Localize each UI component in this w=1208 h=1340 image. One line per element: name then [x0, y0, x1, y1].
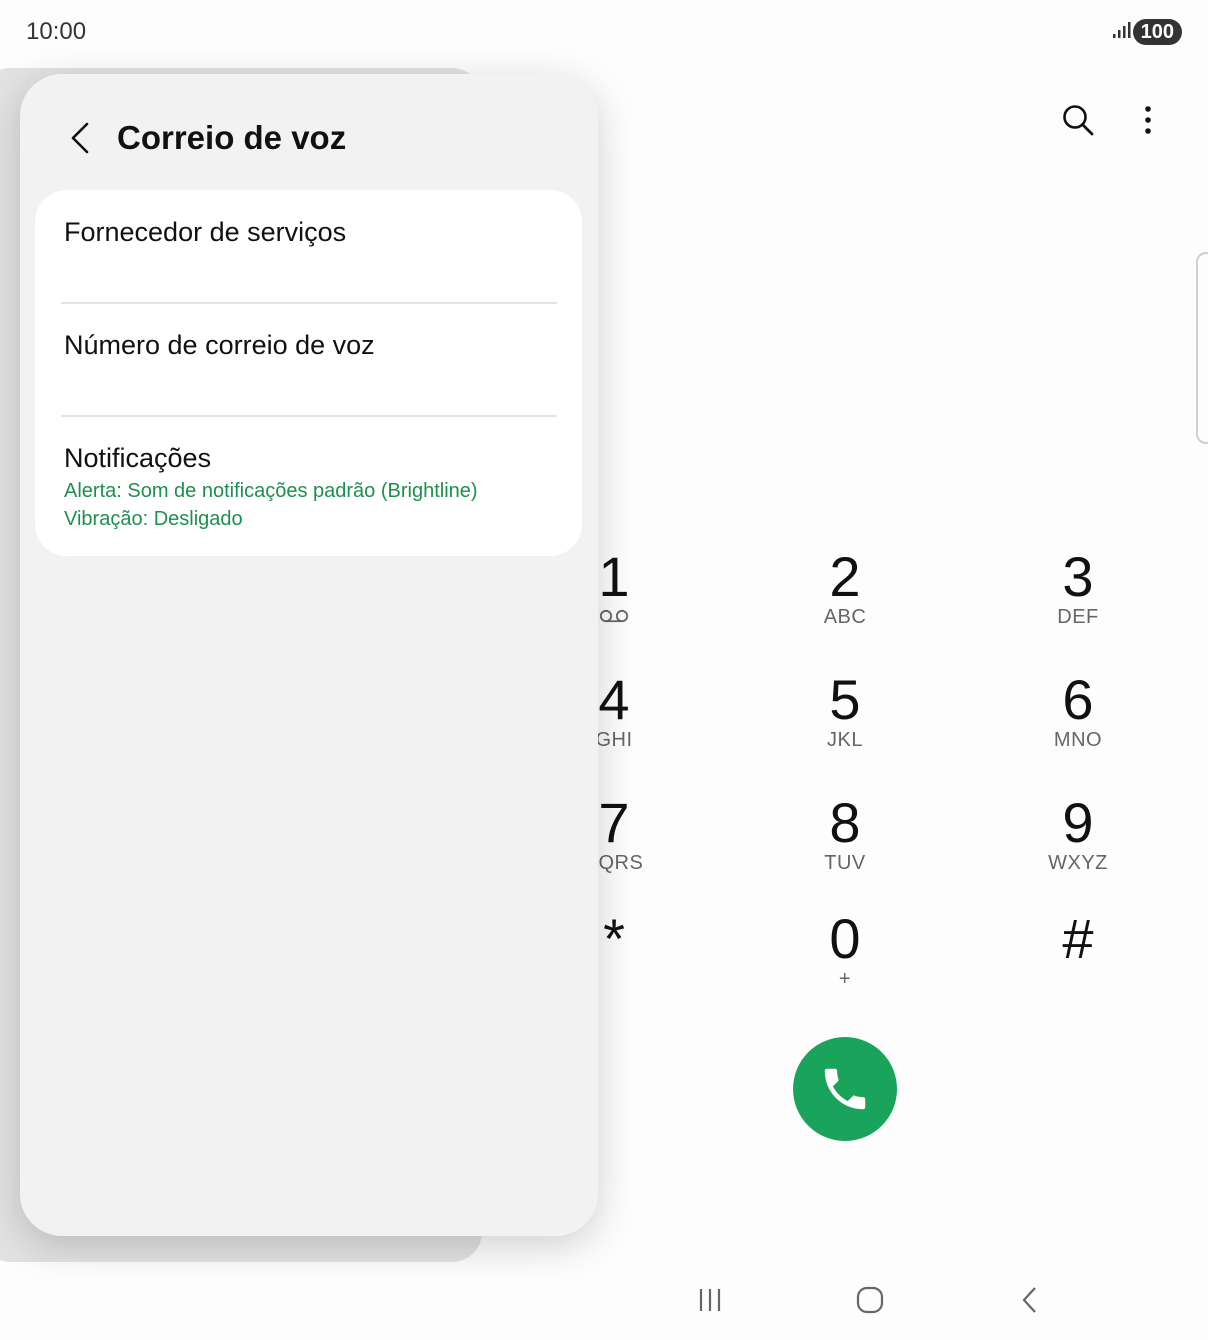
- notifications-item[interactable]: Notificações Alerta: Som de notificações…: [35, 417, 582, 556]
- key-digit: 8: [829, 791, 861, 854]
- key-6[interactable]: 6 MNO: [998, 671, 1158, 752]
- voicemail-number-item[interactable]: Número de correio de voz: [35, 304, 582, 416]
- alert-subtitle: Alerta: Som de notificações padrão (Brig…: [64, 480, 478, 502]
- home-icon[interactable]: [840, 1270, 900, 1330]
- back-button[interactable]: [60, 118, 100, 158]
- key-digit: 9: [1062, 791, 1094, 854]
- page-title: Correio de voz: [117, 119, 347, 156]
- key-0[interactable]: 0 +: [765, 910, 925, 991]
- key-digit: 6: [1062, 668, 1094, 731]
- key-5[interactable]: 5 JKL: [765, 671, 925, 752]
- row-title: Notificações: [64, 443, 212, 473]
- key-3[interactable]: 3 DEF: [998, 548, 1158, 629]
- row-title: Número de correio de voz: [64, 330, 375, 360]
- status-time: 10:00: [26, 18, 87, 45]
- key-digit: #: [1062, 907, 1094, 970]
- key-letters: +: [838, 968, 852, 990]
- key-letters: DEF: [1057, 606, 1099, 628]
- key-digit: 2: [829, 545, 861, 608]
- key-digit: 3: [1062, 545, 1094, 608]
- key-2[interactable]: 2 ABC: [765, 548, 925, 629]
- recent-apps-icon[interactable]: [680, 1270, 740, 1330]
- key-digit: 0: [829, 907, 861, 970]
- signal-icon: [1112, 20, 1132, 45]
- phone-icon: [824, 1068, 866, 1110]
- key-9[interactable]: 9 WXYZ: [998, 794, 1158, 875]
- voicemail-settings-window: Correio de voz Fornecedor de serviços Nú…: [20, 74, 598, 1236]
- navigation-bar: [600, 1270, 1208, 1330]
- key-letters: ABC: [823, 606, 867, 628]
- key-letters: JKL: [827, 729, 863, 751]
- key-letters: WXYZ: [1048, 852, 1108, 874]
- search-icon[interactable]: [1058, 100, 1098, 140]
- key-8[interactable]: 8 TUV: [765, 794, 925, 875]
- key-letters: TUV: [824, 852, 866, 874]
- popup-header: Correio de voz: [20, 74, 598, 194]
- call-button[interactable]: [793, 1037, 897, 1141]
- dialer-toolbar: [1058, 100, 1168, 140]
- service-provider-item[interactable]: Fornecedor de serviços: [35, 190, 582, 302]
- back-nav-icon[interactable]: [1000, 1270, 1060, 1330]
- settings-card: Fornecedor de serviços Número de correio…: [35, 190, 582, 556]
- row-title: Fornecedor de serviços: [64, 217, 347, 247]
- key-hash[interactable]: #: [998, 910, 1158, 968]
- key-digit: 5: [829, 668, 861, 731]
- status-bar: 10:00 100: [0, 0, 1208, 64]
- side-panel-handle[interactable]: [1196, 252, 1208, 444]
- more-options-icon[interactable]: [1128, 100, 1168, 140]
- battery-indicator: 100: [1132, 19, 1182, 45]
- vibration-subtitle: Vibração: Desligado: [64, 508, 243, 530]
- chevron-left-icon: [71, 122, 89, 154]
- key-letters: MNO: [1053, 729, 1103, 751]
